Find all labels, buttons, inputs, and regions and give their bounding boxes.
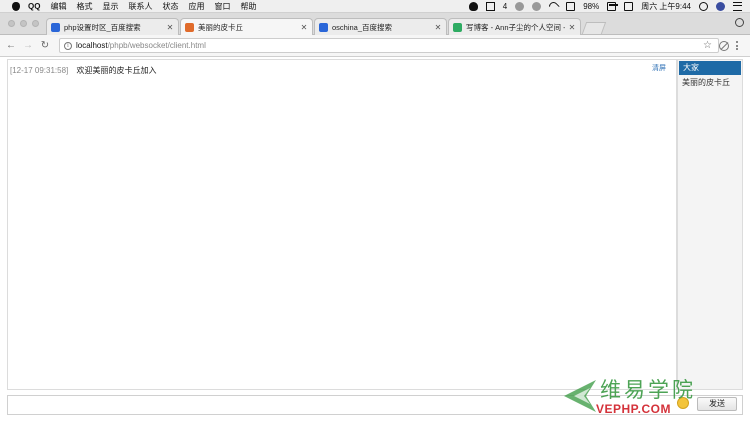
spotlight-search-icon[interactable]: [699, 1, 708, 11]
menu-item-app[interactable]: QQ: [28, 0, 40, 13]
status-area: 4 98% 周六 上午9:44: [468, 0, 750, 13]
browser-menu-icon[interactable]: [735, 41, 739, 50]
battery-percent: 98%: [583, 1, 600, 11]
wifi-icon[interactable]: [547, 0, 561, 13]
notification-center-icon[interactable]: [733, 1, 742, 11]
block-extension-icon[interactable]: [719, 40, 729, 51]
zoom-window-button[interactable]: [32, 20, 39, 27]
qq-badge-count: 4: [502, 1, 508, 11]
watermark-cn-text: 维易学院: [600, 378, 696, 402]
tab-strip: php设置时区_百度搜索 ✕ 美丽的皮卡丘 ✕ oschina_百度搜索 ✕ 写…: [0, 13, 750, 35]
window-controls: [8, 20, 39, 27]
close-tab-icon[interactable]: ✕: [568, 23, 576, 32]
close-tab-icon[interactable]: ✕: [434, 23, 442, 32]
battery-icon[interactable]: [607, 1, 619, 11]
new-tab-button[interactable]: [581, 22, 607, 34]
bookmark-star-icon[interactable]: ☆: [703, 40, 712, 51]
macos-menu-bar: QQ 编辑 格式 显示 联系人 状态 应用 窗口 帮助 4 98% 周六 上午9…: [0, 0, 750, 13]
menu-item-help[interactable]: 帮助: [240, 0, 256, 13]
tab-oschina-search[interactable]: oschina_百度搜索 ✕: [314, 18, 447, 35]
close-window-button[interactable]: [8, 20, 15, 27]
reload-icon[interactable]: ↻: [39, 40, 51, 52]
tab-label: 写博客 - Ann子尘的个人空间 -: [466, 22, 565, 32]
close-tab-icon[interactable]: ✕: [166, 23, 174, 32]
menu-item-contacts[interactable]: 联系人: [128, 0, 152, 13]
menu-item-status[interactable]: 状态: [162, 0, 178, 13]
tab-label: 美丽的皮卡丘: [198, 22, 243, 32]
url-path: /phpb/websocket/client.html: [107, 41, 206, 50]
status-dot-icon[interactable]: [515, 1, 525, 11]
profile-icon[interactable]: [735, 18, 744, 27]
address-bar[interactable]: i localhost/phpb/websocket/client.html ☆: [59, 38, 719, 53]
apple-icon[interactable]: [12, 1, 20, 11]
menu-item-format[interactable]: 格式: [76, 0, 92, 13]
browser-toolbar: ← → ↻ i localhost/phpb/websocket/client.…: [0, 35, 750, 57]
menu-item-edit[interactable]: 编辑: [50, 0, 66, 13]
chat-message-panel[interactable]: [12-17 09:31:58] 欢迎美丽的皮卡丘加入 清屏: [7, 59, 677, 390]
baidu-icon: [51, 22, 60, 32]
input-source-icon[interactable]: [624, 1, 634, 11]
clock[interactable]: 周六 上午9:44: [641, 1, 691, 12]
menu-item-apps[interactable]: 应用: [188, 0, 204, 13]
user-item-everyone[interactable]: 大家: [679, 61, 741, 75]
forward-icon[interactable]: →: [22, 40, 34, 52]
info-icon[interactable]: i: [64, 41, 72, 50]
back-icon[interactable]: ←: [5, 40, 17, 52]
page-favicon-icon: [185, 22, 194, 32]
user-item-pikachu[interactable]: 美丽的皮卡丘: [678, 76, 742, 90]
tab-label: php设置时区_百度搜索: [64, 22, 141, 32]
watermark-en-text: VEPHP.COM: [596, 402, 671, 416]
airplay-icon[interactable]: [566, 1, 576, 11]
user-list-panel: 大家 美丽的皮卡丘: [677, 59, 743, 390]
tab-pikachu[interactable]: 美丽的皮卡丘 ✕: [180, 18, 313, 35]
clear-screen-link[interactable]: 清屏: [652, 63, 666, 73]
menu-item-window[interactable]: 窗口: [214, 0, 230, 13]
chat-message: [12-17 09:31:58] 欢迎美丽的皮卡丘加入: [10, 65, 157, 76]
minimize-window-button[interactable]: [20, 20, 27, 27]
logo-arrow-icon: [564, 380, 596, 412]
tab-php-timezone-search[interactable]: php设置时区_百度搜索 ✕: [46, 18, 179, 35]
watermark-logo: 维易学院 VEPHP.COM: [560, 372, 750, 422]
url-host: localhost: [76, 41, 108, 50]
tab-write-blog[interactable]: 写博客 - Ann子尘的个人空间 - ✕: [448, 18, 581, 35]
qq-status-icon[interactable]: [468, 1, 478, 11]
baidu-icon: [319, 22, 328, 32]
menu-item-view[interactable]: 显示: [102, 0, 118, 13]
oschina-icon: [453, 22, 462, 32]
message-text: 欢迎美丽的皮卡丘加入: [76, 66, 157, 75]
close-tab-icon[interactable]: ✕: [300, 23, 308, 32]
siri-icon[interactable]: [716, 1, 725, 11]
tab-label: oschina_百度搜索: [332, 22, 393, 32]
message-time: [12-17 09:31:58]: [10, 66, 69, 75]
adobe-icon[interactable]: [485, 1, 495, 11]
status-dot-icon-2[interactable]: [532, 1, 542, 11]
